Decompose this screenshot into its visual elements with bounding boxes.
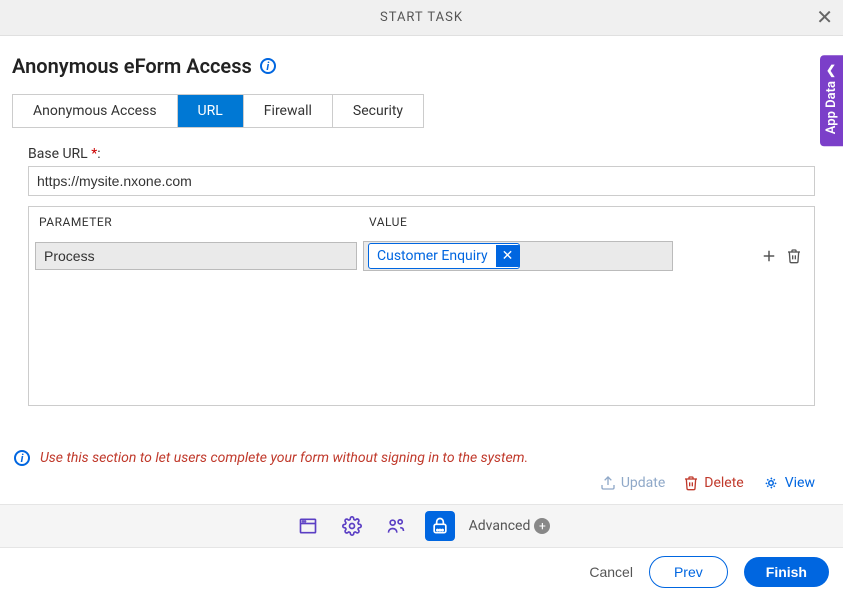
parameter-table: PARAMETER VALUE Customer Enquiry ✕ bbox=[28, 206, 815, 406]
trash-icon bbox=[786, 248, 802, 264]
chevron-left-icon: ❮ bbox=[826, 63, 836, 77]
tab-firewall[interactable]: Firewall bbox=[244, 95, 333, 127]
cancel-button[interactable]: Cancel bbox=[589, 564, 633, 580]
close-icon: ✕ bbox=[816, 7, 833, 29]
plus-circle-icon: + bbox=[534, 518, 550, 534]
finish-button[interactable]: Finish bbox=[744, 557, 829, 587]
page-title: Anonymous eForm Access bbox=[12, 54, 252, 78]
window-icon[interactable] bbox=[293, 511, 323, 541]
plus-icon bbox=[760, 247, 778, 265]
add-row-button[interactable] bbox=[760, 247, 778, 265]
gear-icon[interactable] bbox=[337, 511, 367, 541]
delete-row-button[interactable] bbox=[786, 247, 802, 265]
col-header-parameter: PARAMETER bbox=[39, 215, 369, 229]
info-icon[interactable]: i bbox=[260, 58, 276, 74]
close-button[interactable]: ✕ bbox=[816, 8, 833, 28]
base-url-label: Base URL *: bbox=[28, 146, 815, 162]
param-name-input[interactable] bbox=[35, 242, 357, 270]
eye-icon bbox=[762, 474, 780, 492]
param-value-field[interactable]: Customer Enquiry ✕ bbox=[363, 241, 673, 271]
advanced-toggle[interactable]: Advanced + bbox=[469, 518, 551, 534]
value-chip: Customer Enquiry ✕ bbox=[368, 243, 520, 269]
update-button[interactable]: Update bbox=[600, 474, 665, 492]
modal-title: START TASK bbox=[380, 10, 463, 25]
chip-remove-icon[interactable]: ✕ bbox=[496, 245, 520, 267]
tab-bar: Anonymous Access URL Firewall Security bbox=[12, 94, 424, 128]
lock-form-icon[interactable] bbox=[425, 511, 455, 541]
tab-url[interactable]: URL bbox=[178, 95, 244, 127]
base-url-input[interactable] bbox=[28, 166, 815, 196]
tab-security[interactable]: Security bbox=[333, 95, 423, 127]
view-button[interactable]: View bbox=[762, 474, 815, 492]
trash-icon bbox=[683, 475, 699, 491]
prev-button[interactable]: Prev bbox=[649, 556, 728, 588]
modal-header: START TASK ✕ bbox=[0, 0, 843, 36]
footer-toolbar: Advanced + bbox=[0, 504, 843, 548]
hint-text: Use this section to let users complete y… bbox=[40, 450, 528, 466]
chip-label: Customer Enquiry bbox=[369, 244, 496, 268]
app-data-side-tab[interactable]: App Data ❮ bbox=[820, 55, 843, 146]
delete-button[interactable]: Delete bbox=[683, 474, 743, 492]
hint-info-icon: i bbox=[14, 450, 30, 466]
upload-icon bbox=[600, 475, 616, 491]
col-header-value: VALUE bbox=[369, 215, 804, 229]
tab-anonymous-access[interactable]: Anonymous Access bbox=[13, 95, 178, 127]
table-row: Customer Enquiry ✕ bbox=[29, 237, 814, 275]
people-icon[interactable] bbox=[381, 511, 411, 541]
